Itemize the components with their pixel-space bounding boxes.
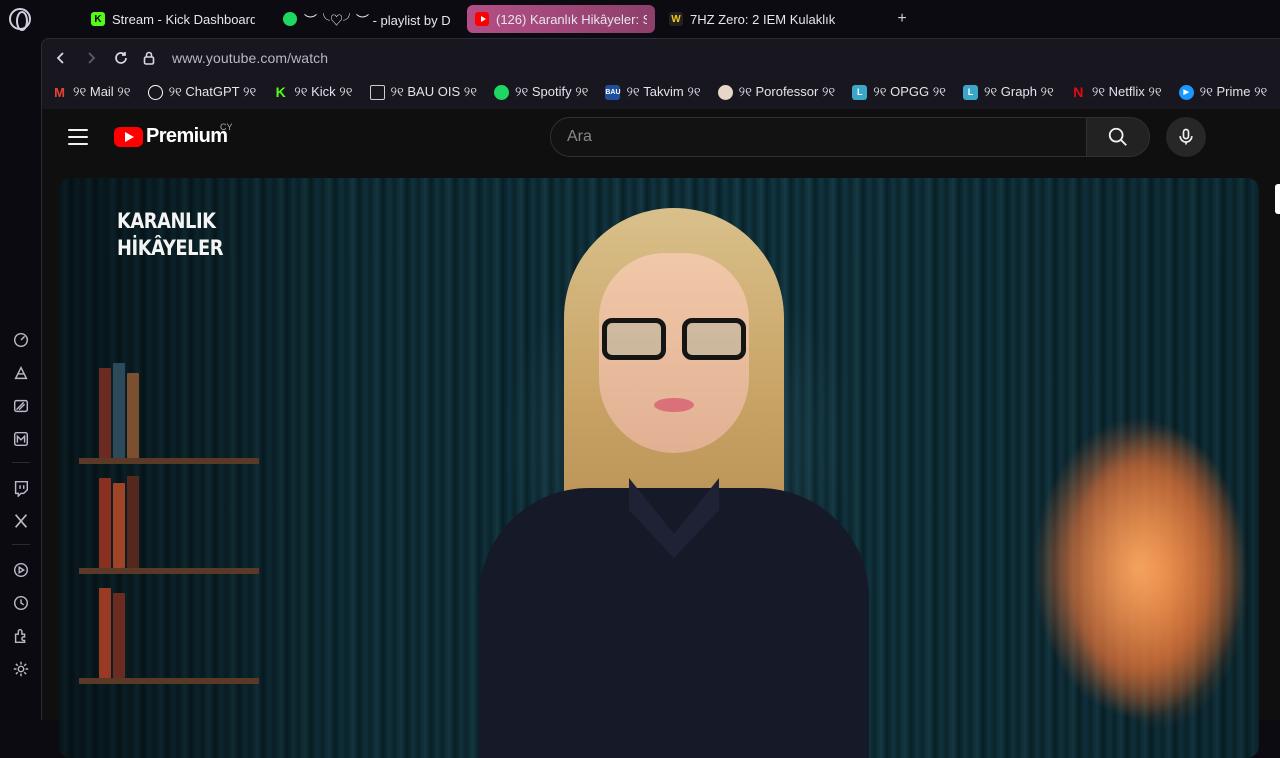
sidebar-divider (12, 544, 30, 545)
address-bar: www.youtube.com/watch (42, 39, 1280, 77)
bau-icon: BAU (605, 85, 620, 100)
tab-spotify[interactable]: ︶╰♡╯︶ - playlist by D (275, 5, 461, 33)
tab-7hz[interactable]: W 7HZ Zero: 2 IEM Kulaklık (661, 5, 847, 33)
bookmark-opgg[interactable]: L ୨୧ OPGG ୨୧ (852, 84, 946, 100)
bookmark-label: ୨୧ Prime ୨୧ (1200, 84, 1268, 100)
bookmark-netflix[interactable]: N ୨୧ Netflix ୨୧ (1071, 84, 1162, 100)
twitch-icon[interactable] (11, 478, 31, 498)
lock-icon[interactable] (138, 47, 160, 69)
bookmark-label: ୨୧ OPGG ୨୧ (873, 84, 946, 100)
document-icon (370, 85, 385, 100)
search-button[interactable] (1086, 117, 1150, 157)
x-icon[interactable] (11, 511, 31, 531)
reload-button[interactable] (110, 47, 132, 69)
tab-strip: K Stream - Kick Dashboard ︶╰♡╯︶ - playli… (41, 0, 1280, 38)
bookmark-chatgpt[interactable]: ୨୧ ChatGPT ୨୧ (148, 84, 257, 100)
kick-icon: K (273, 85, 288, 100)
bookmark-label: ୨୧ Takvim ୨୧ (626, 84, 700, 100)
tab-kick[interactable]: K Stream - Kick Dashboard (83, 5, 263, 33)
player-icon[interactable] (11, 560, 31, 580)
gmail-icon: M (52, 85, 67, 100)
youtube-page: Premium CY (42, 109, 1280, 720)
tab-label: Stream - Kick Dashboard (112, 12, 255, 27)
netflix-icon: N (1071, 85, 1086, 100)
settings-icon[interactable] (11, 659, 31, 679)
search-icon (1107, 126, 1129, 148)
voice-search-button[interactable] (1166, 117, 1206, 157)
extensions-icon[interactable] (11, 626, 31, 646)
bookshelf-image (79, 308, 279, 758)
youtube-logo[interactable]: Premium (114, 125, 227, 148)
tab-youtube[interactable]: (126) Karanlık Hikâyeler: S (467, 5, 655, 33)
pampas-lamp-image (939, 348, 1259, 758)
bookmark-takvim[interactable]: BAU ୨୧ Takvim ୨୧ (605, 84, 700, 100)
browser-window: www.youtube.com/watch M ୨୧ Mail ୨୧ ୨୧ Cha… (41, 38, 1280, 720)
bookmark-spotify[interactable]: ୨୧ Spotify ୨୧ (494, 84, 588, 100)
youtube-header: Premium CY (42, 109, 1280, 167)
search-input[interactable] (551, 118, 1086, 156)
bookmarks-bar: M ୨୧ Mail ୨୧ ୨୧ ChatGPT ୨୧ K ୨୧ Kick ୨୧ ୨୧… (42, 77, 1280, 107)
spotify-icon (494, 85, 509, 100)
watermark-line: HİKÂYELER (117, 235, 223, 262)
microphone-icon (1176, 127, 1196, 147)
history-icon[interactable] (11, 593, 31, 613)
sidebar-divider (12, 462, 30, 463)
back-button[interactable] (50, 47, 72, 69)
ai-icon[interactable] (11, 363, 31, 383)
bookmark-label: ୨୧ Mail ୨୧ (73, 84, 131, 100)
watermark-line: KARANLIK (117, 208, 223, 235)
porofessor-icon (718, 85, 733, 100)
youtube-icon (475, 12, 489, 26)
l-icon: L (963, 85, 978, 100)
bookmark-label: ୨୧ Spotify ୨୧ (515, 84, 588, 100)
bookmark-label: ୨୧ ChatGPT ୨୧ (169, 84, 257, 100)
speed-dial-icon[interactable] (11, 330, 31, 350)
tab-label: (126) Karanlık Hikâyeler: S (496, 12, 647, 27)
bookmark-label: ୨୧ Porofessor ୨୧ (739, 84, 836, 100)
search-box (550, 117, 1087, 157)
channel-watermark: KARANLIK HİKÂYELER (117, 208, 223, 262)
tab-label: ︶╰♡╯︶ - playlist by D (304, 10, 451, 29)
premium-wordmark: Premium (146, 125, 227, 148)
tab-label: 7HZ Zero: 2 IEM Kulaklık (690, 12, 835, 27)
forward-button[interactable] (80, 47, 102, 69)
url-text[interactable]: www.youtube.com/watch (172, 50, 328, 66)
workspace-icon[interactable] (11, 396, 31, 416)
bookmark-label: ୨୧ Netflix ୨୧ (1092, 84, 1162, 100)
bookmark-label: ୨୧ Kick ୨୧ (294, 84, 352, 100)
site-w-icon: W (669, 12, 683, 26)
browser-sidebar (0, 0, 41, 720)
bookmark-mail[interactable]: M ୨୧ Mail ୨୧ (52, 84, 131, 100)
side-panel-edge (1275, 184, 1280, 214)
messenger-icon[interactable] (11, 429, 31, 449)
bookmark-bau-ois[interactable]: ୨୧ BAU OIS ୨୧ (370, 84, 477, 100)
bookmark-label: ୨୧ Graph ୨୧ (984, 84, 1054, 100)
bookmark-graph[interactable]: L ୨୧ Graph ୨୧ (963, 84, 1054, 100)
spotify-icon (283, 12, 297, 26)
menu-icon[interactable] (68, 129, 88, 145)
bookmark-prime[interactable]: ▶ ୨୧ Prime ୨୧ (1179, 84, 1268, 100)
new-tab-button[interactable]: + (893, 10, 911, 28)
bookmark-kick[interactable]: K ୨୧ Kick ୨୧ (273, 84, 352, 100)
youtube-play-icon (114, 127, 143, 147)
bookmark-porofessor[interactable]: ୨୧ Porofessor ୨୧ (718, 84, 836, 100)
chatgpt-icon (148, 85, 163, 100)
kick-icon: K (91, 12, 105, 26)
prime-icon: ▶ (1179, 85, 1194, 100)
l-icon: L (852, 85, 867, 100)
bookmark-label: ୨୧ BAU OIS ୨୧ (391, 84, 477, 100)
opera-logo-icon[interactable] (9, 8, 31, 30)
video-player[interactable]: KARANLIK HİKÂYELER (59, 178, 1259, 758)
country-code: CY (220, 122, 233, 132)
presenter-image (459, 208, 879, 758)
